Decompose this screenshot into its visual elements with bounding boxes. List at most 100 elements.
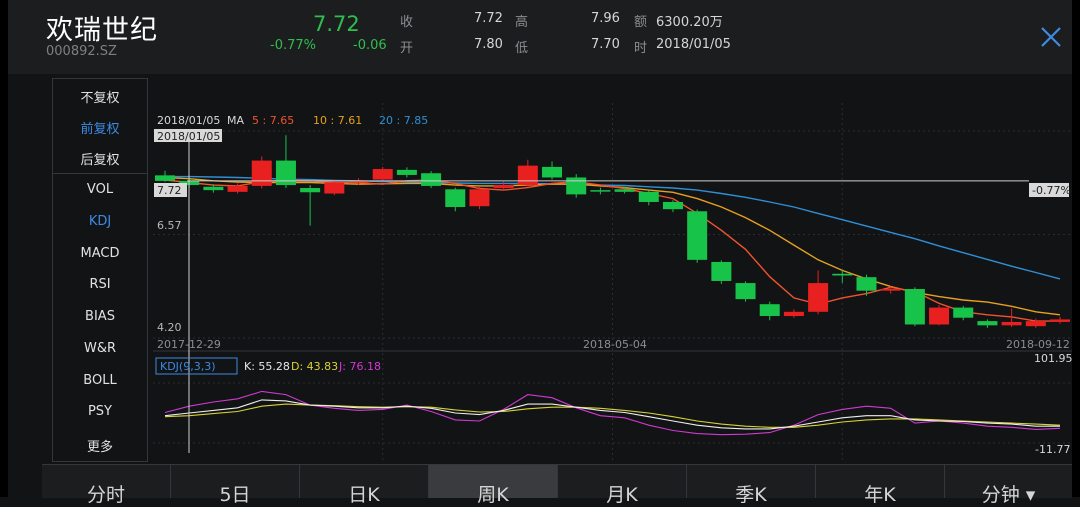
candle-body [953,307,974,318]
candle-body [638,191,659,202]
change-amount: -0.06 [353,38,387,53]
candle-body [517,165,538,186]
period-tabs: 分时 5日 日K 周K 月K 季K 年K 分钟 ▾ [42,464,1072,506]
kdj-d-value: D: 43.83 [291,360,338,373]
candle-body [856,277,877,291]
candle-body [759,304,780,317]
candle-body [396,169,417,175]
candle-body [614,189,635,192]
candle-body [275,160,296,186]
open-value: 7.80 [474,37,503,52]
tab-daily[interactable]: 日K [300,465,429,506]
menu-item-psy[interactable]: PSY [53,404,147,419]
candle-body [711,261,732,281]
candle-body [324,182,345,194]
right-edge [1072,0,1080,497]
tab-label: 分时 [86,484,125,506]
tab-label: 年K [864,484,896,506]
candle-body [155,175,175,181]
ma-label: MA [227,114,244,127]
kline-chart[interactable]: 2018/01/05 MA 5 : 7.65 10 : 7.61 20 : 7.… [153,103,1072,460]
candle-body [1001,321,1022,326]
cursor-date: 2018/01/05 [157,130,220,143]
candle-body [469,189,490,207]
kdj-k-value: K: 55.28 [244,360,290,373]
candle-body [808,283,829,312]
menu-item-forward-adjusted[interactable]: 前复权 [53,118,147,137]
menu-item-boll[interactable]: BOLL [53,373,147,388]
tab-label: 周K [477,484,509,506]
crosshair [187,129,1029,453]
ma10-legend: 10 : 7.61 [313,114,362,127]
candle-body [590,190,611,192]
tab-5day[interactable]: 5日 [171,465,300,506]
candle-body [493,185,514,189]
candle-body [662,201,683,210]
tab-label: 日K [348,484,380,506]
pct-cursor: -0.77% [1032,184,1071,197]
candle-body [251,160,272,186]
close-icon[interactable] [1036,22,1066,52]
tab-quarterly[interactable]: 季K [687,465,816,506]
candle-body [445,189,466,208]
menu-item-backward-adjusted[interactable]: 后复权 [53,149,147,168]
price-cursor: 7.72 [157,184,182,197]
tab-label: 季K [735,484,767,506]
candle-body [735,283,756,300]
close-value: 7.72 [474,11,503,26]
low-label: 低 [515,41,529,56]
ma20-legend: 20 : 7.85 [379,114,428,127]
candle-body [566,177,587,195]
x-label-end: 2018-09-12 [1006,338,1070,351]
kdj-bottom-label: -11.77 [1035,443,1070,456]
tab-label: 分钟 ▾ [981,484,1036,506]
x-label-start: 2017-12-29 [157,338,221,351]
amount-value: 6300.20万 [656,15,723,30]
time-label: 时 [634,41,648,56]
ma5-legend: 5 : 7.65 [252,114,294,127]
menu-divider [53,173,147,174]
menu-item-vol[interactable]: VOL [53,182,147,197]
stock-name: 欢瑞世纪 [46,15,158,46]
menu-item-unadjusted[interactable]: 不复权 [53,87,147,106]
tab-yearly[interactable]: 年K [816,465,945,506]
candle-body [421,173,442,186]
candle-body [929,307,950,325]
low-value: 7.70 [591,37,620,52]
kdj-top-label: 101.95 [1034,352,1072,365]
candle-body [904,288,925,325]
close-label: 收 [400,15,414,30]
stock-code: 000892.SZ [46,44,117,59]
y-top-label: 6.57 [157,219,182,232]
candle-body [372,169,393,180]
menu-item-more[interactable]: 更多 [53,436,147,455]
menu-item-macd[interactable]: MACD [53,246,147,261]
menu-item-bias[interactable]: BIAS [53,309,147,324]
candle-body [1050,319,1070,322]
tab-weekly[interactable]: 周K [429,465,558,506]
candle-body [687,211,708,260]
menu-item-rsi[interactable]: RSI [53,277,147,292]
tab-monthly[interactable]: 月K [558,465,687,506]
candle-body [227,185,248,192]
ma-date-label: 2018/01/05 [157,114,220,127]
tab-intraday[interactable]: 分时 [42,465,171,506]
menu-item-wr[interactable]: W&R [53,341,147,356]
candle-body [1025,321,1046,327]
time-value: 2018/01/05 [656,37,731,52]
chart-grid [153,103,1072,460]
kdj-params: KDJ(9,3,3) [160,360,216,373]
menu-item-kdj[interactable]: KDJ [53,214,147,229]
y-bottom-label: 4.20 [157,321,182,334]
candle-body [203,186,224,191]
high-value: 7.96 [591,11,620,26]
quote-header: 欢瑞世纪 000892.SZ 7.72 -0.77% -0.06 收 7.72 … [8,0,1072,74]
x-label-mid: 2018-05-04 [583,338,647,351]
candle-body [832,273,853,276]
open-label: 开 [400,41,414,56]
indicator-menu: 不复权 前复权 后复权 VOL KDJ MACD RSI BIAS W&R BO… [52,78,148,462]
tab-minute[interactable]: 分钟 ▾ [945,465,1072,506]
high-label: 高 [515,15,529,30]
last-price: 7.72 [313,12,360,36]
candle-body [542,166,563,178]
